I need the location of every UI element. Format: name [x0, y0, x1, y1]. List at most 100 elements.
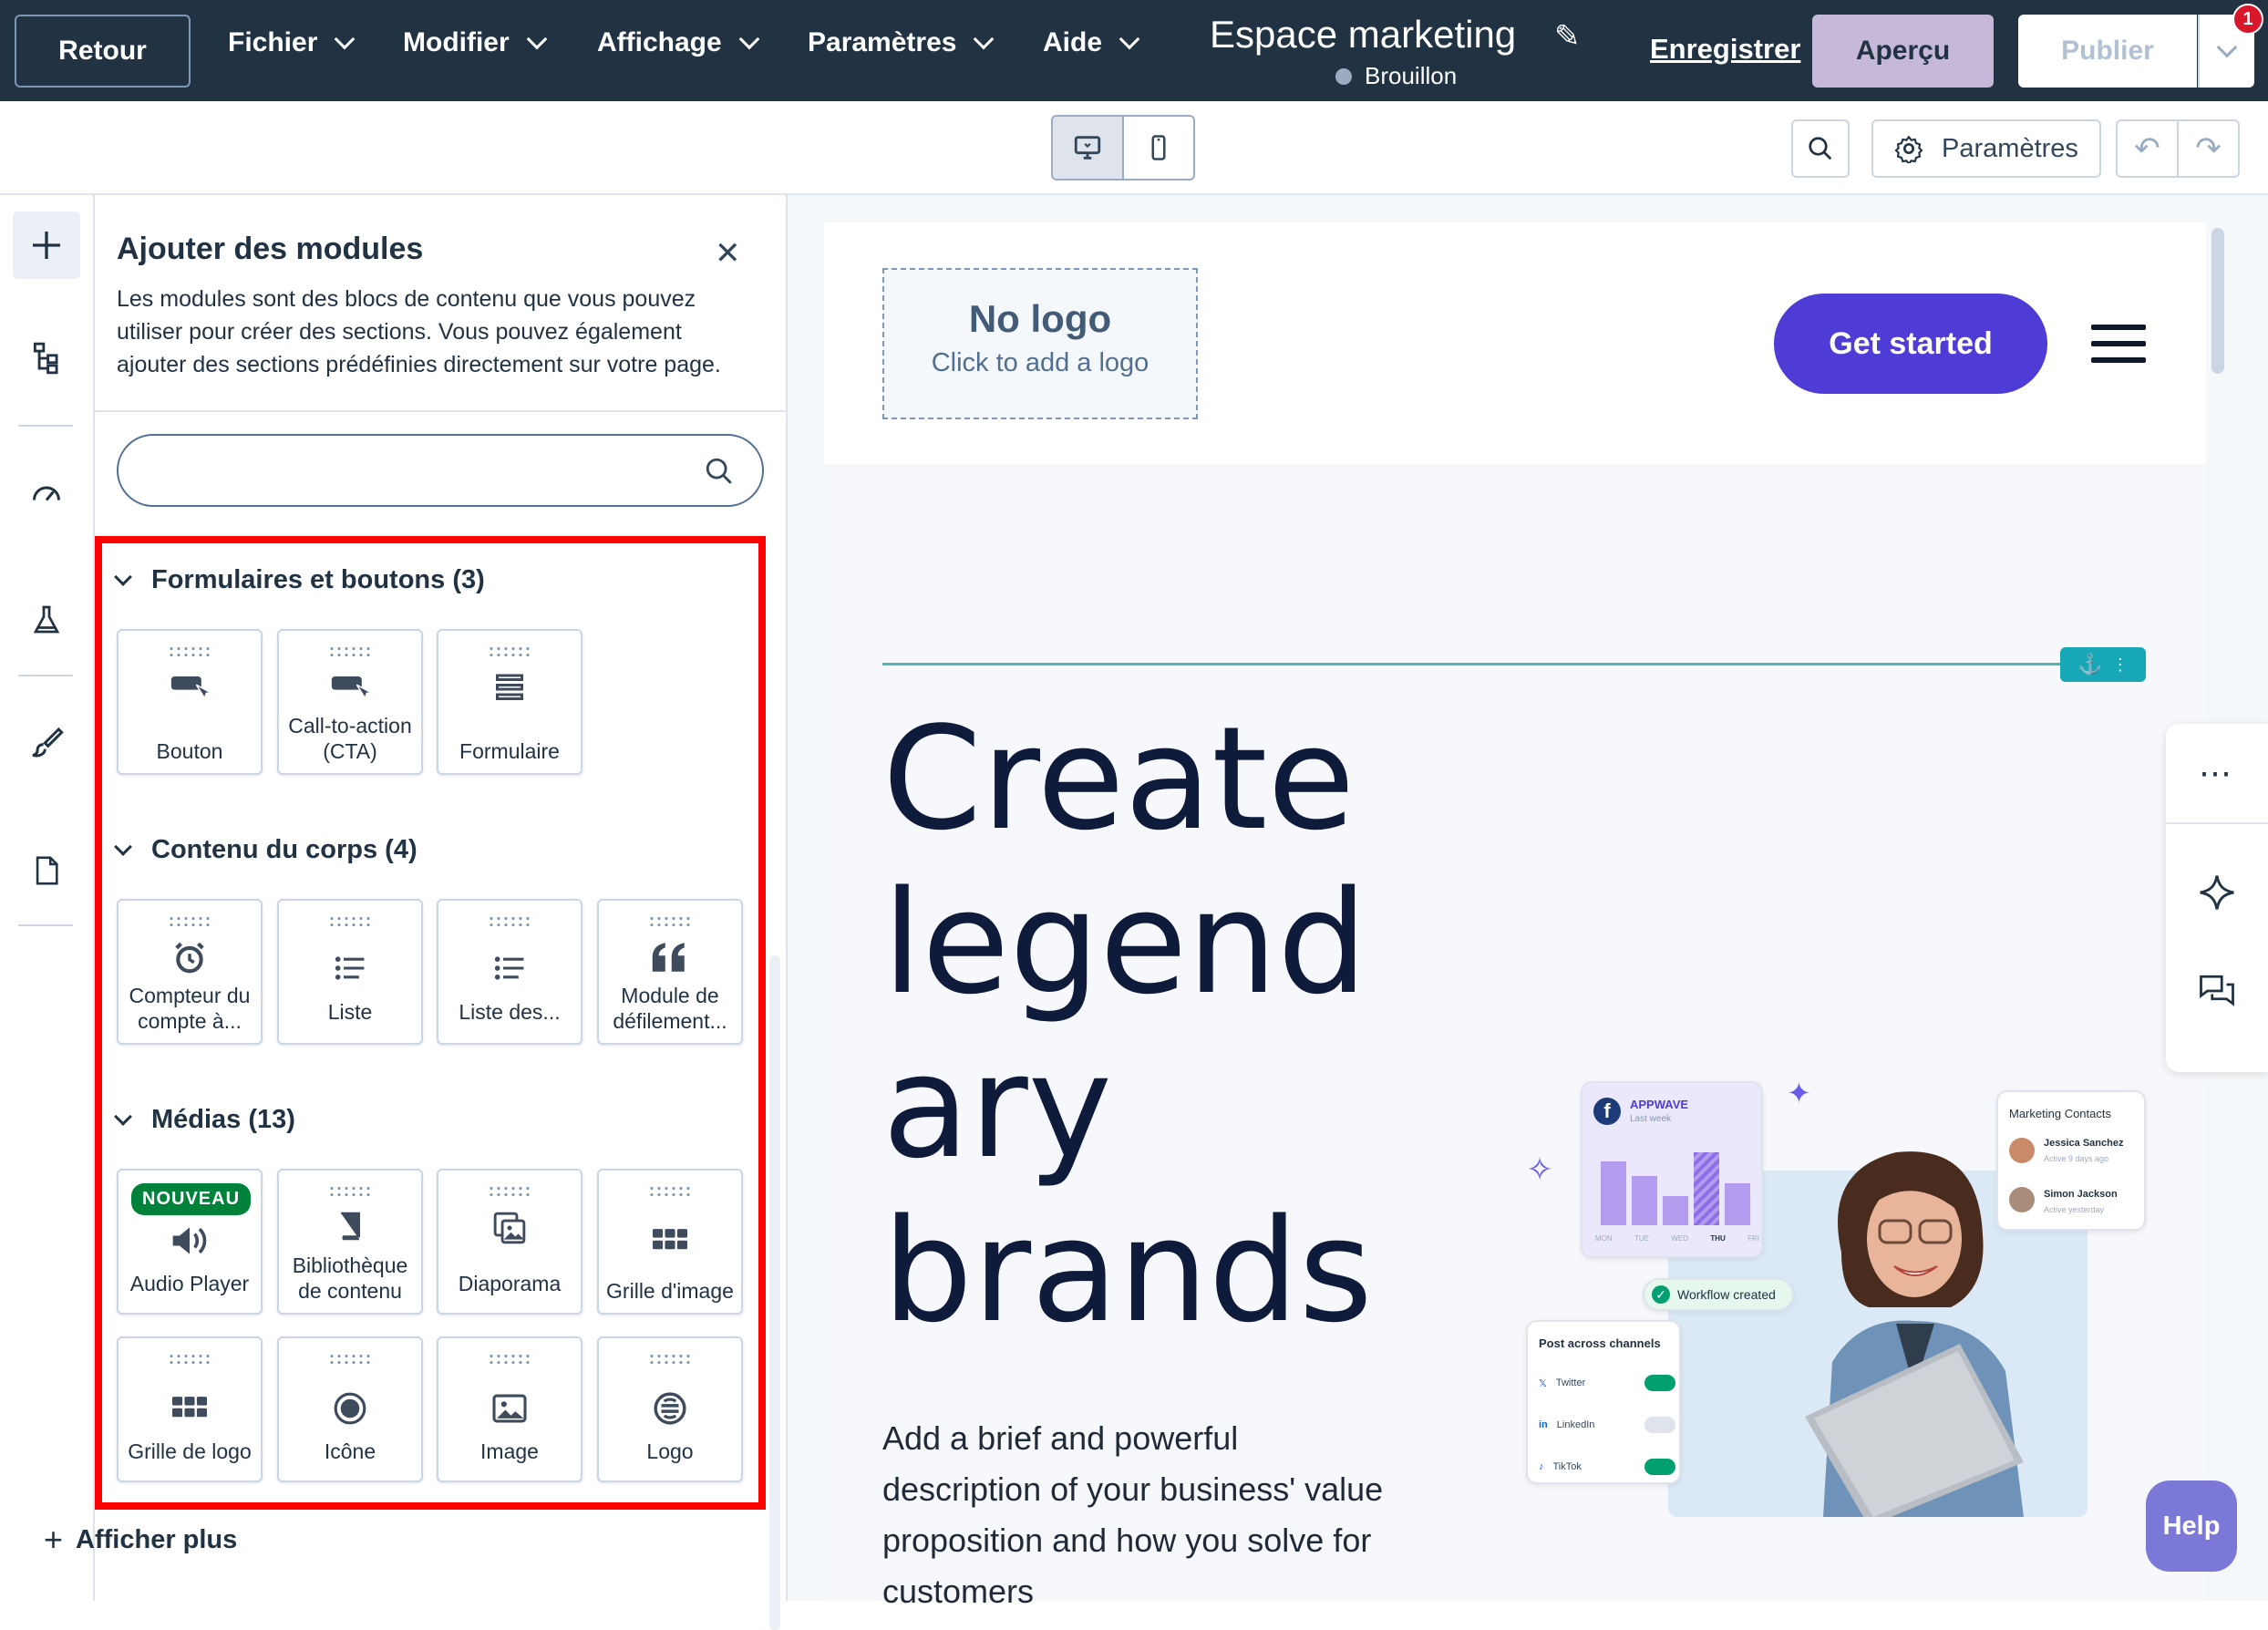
- chevron-down-icon: [738, 28, 760, 50]
- panel-divider: [95, 410, 788, 412]
- top-bar: Retour Fichier Modifier Affichage Paramè…: [0, 0, 2268, 101]
- hero-description[interactable]: Add a brief and powerful description of …: [882, 1413, 1393, 1617]
- search-icon: [706, 458, 732, 484]
- workflow-created-pill: ✓ Workflow created: [1643, 1278, 1794, 1311]
- facebook-icon: f: [1593, 1098, 1621, 1125]
- check-icon: ✓: [1652, 1285, 1670, 1304]
- card-title: Marketing Contacts: [2009, 1107, 2111, 1120]
- menu-settings[interactable]: Paramètres: [808, 27, 995, 58]
- channel-row: in LinkedIn: [1539, 1417, 1675, 1433]
- brush-icon: [32, 727, 64, 758]
- add-modules-button[interactable]: [13, 211, 80, 279]
- panel-scrollbar[interactable]: [769, 955, 780, 1630]
- plus-icon: +: [44, 1521, 64, 1558]
- channel-row: ♪ TikTok: [1539, 1459, 1675, 1475]
- avatar: [2009, 1138, 2035, 1163]
- twitter-icon: 𝕏: [1539, 1377, 1547, 1389]
- toggle-on: [1644, 1459, 1675, 1475]
- menu-view[interactable]: Affichage: [597, 27, 760, 58]
- sparkle-icon: [2200, 875, 2234, 910]
- pencil-icon[interactable]: ✎: [1554, 18, 1581, 55]
- back-button[interactable]: Retour: [15, 15, 191, 88]
- anchor-icon: ⚓: [2077, 653, 2103, 676]
- tiktok-icon: ♪: [1539, 1461, 1544, 1472]
- comments-button[interactable]: [2166, 957, 2268, 1025]
- rail-divider: [18, 924, 73, 926]
- highlight-box: [95, 536, 766, 1510]
- redo-button[interactable]: ↷: [2179, 121, 2238, 176]
- more-horizontal-icon: ⋯: [2199, 754, 2235, 791]
- post-across-channels-card: Post across channels 𝕏 Twitter in LinkedIn…: [1526, 1320, 1681, 1484]
- day-labels: MON TUE WED THU FRI: [1595, 1234, 1759, 1243]
- logo-placeholder[interactable]: No logo Click to add a logo: [882, 268, 1198, 419]
- preview-button[interactable]: Aperçu: [1812, 15, 1994, 88]
- help-button[interactable]: Help: [2146, 1480, 2237, 1572]
- chevron-down-icon: [1119, 28, 1140, 50]
- day-label: TUE: [1634, 1234, 1649, 1243]
- undo-redo-group: ↶ ↷: [2116, 119, 2240, 178]
- linkedin-icon: in: [1539, 1419, 1548, 1430]
- desktop-icon: [1074, 136, 1101, 160]
- show-more-button[interactable]: + Afficher plus: [44, 1521, 237, 1559]
- page-header: No logo Click to add a logo Get started: [824, 222, 2206, 464]
- search-input[interactable]: [117, 434, 764, 507]
- hamburger-menu-icon[interactable]: [2091, 325, 2146, 374]
- menu-file[interactable]: Fichier: [228, 27, 356, 58]
- redo-icon: ↷: [2195, 131, 2222, 166]
- bar-wed: [1663, 1196, 1688, 1225]
- show-more-label: Afficher plus: [76, 1524, 238, 1554]
- toggle-on: [1644, 1375, 1675, 1391]
- close-icon[interactable]: ✕: [715, 235, 741, 272]
- avatar: [2009, 1187, 2035, 1212]
- more-vertical-icon: ⋮: [2111, 655, 2129, 674]
- chat-icon: [2200, 975, 2234, 1006]
- chevron-down-icon: [526, 28, 547, 50]
- channel-label: Twitter: [1555, 1377, 1586, 1388]
- hero-title-line: brands: [882, 1188, 1373, 1354]
- page-title[interactable]: Espace marketing: [1210, 13, 1516, 57]
- contact-name: Simon Jackson: [2044, 1189, 2118, 1200]
- day-label: FRI: [1747, 1234, 1759, 1243]
- bar-mon: [1601, 1161, 1626, 1225]
- more-options-button[interactable]: ⋯: [2166, 724, 2268, 824]
- marketing-contacts-card: Marketing Contacts Jessica Sanchez Activ…: [1996, 1090, 2146, 1231]
- menu-edit-label: Modifier: [403, 27, 510, 57]
- rail-divider: [18, 425, 73, 427]
- hero-title[interactable]: Create legend ary brands: [882, 696, 1373, 1353]
- search-button[interactable]: [1791, 119, 1850, 178]
- mobile-view-button[interactable]: [1124, 117, 1193, 179]
- contact-sub: Active 9 days ago: [2044, 1154, 2109, 1163]
- bar-fri: [1725, 1183, 1750, 1225]
- performance-button[interactable]: [13, 459, 80, 527]
- menu-edit[interactable]: Modifier: [403, 27, 547, 58]
- design-button[interactable]: [13, 709, 80, 777]
- card-title: APPWAVE: [1630, 1098, 1689, 1111]
- menu-settings-label: Paramètres: [808, 27, 957, 57]
- tree-icon: [33, 342, 58, 375]
- get-started-button[interactable]: Get started: [1774, 294, 2047, 394]
- settings-button[interactable]: Paramètres: [1871, 119, 2101, 178]
- ai-assistant-button[interactable]: [2166, 859, 2268, 926]
- workflow-text: Workflow created: [1677, 1287, 1776, 1302]
- day-label: THU: [1710, 1234, 1726, 1243]
- menu-help-label: Aide: [1043, 27, 1103, 57]
- undo-button[interactable]: ↶: [2118, 121, 2179, 176]
- canvas-scrollbar[interactable]: [2211, 228, 2224, 374]
- contact-sub: Active yesterday: [2044, 1205, 2105, 1214]
- chevron-down-icon: [974, 28, 995, 50]
- menu-help[interactable]: Aide: [1043, 27, 1140, 58]
- page-settings-button[interactable]: [13, 837, 80, 904]
- panel-title: Ajouter des modules: [117, 232, 424, 266]
- channel-label: TikTok: [1552, 1461, 1582, 1472]
- left-rail: [0, 195, 95, 1601]
- layers-button[interactable]: [13, 325, 80, 392]
- save-button[interactable]: Enregistrer: [1650, 33, 1800, 66]
- menu-view-label: Affichage: [597, 27, 722, 57]
- channel-row: 𝕏 Twitter: [1539, 1375, 1675, 1391]
- test-button[interactable]: [13, 587, 80, 655]
- bar-thu: [1694, 1152, 1719, 1225]
- desktop-view-button[interactable]: [1053, 117, 1124, 179]
- page-icon: [36, 856, 58, 885]
- publish-button[interactable]: Publier: [2018, 15, 2197, 88]
- anchor-tag[interactable]: ⚓ ⋮: [2060, 647, 2146, 682]
